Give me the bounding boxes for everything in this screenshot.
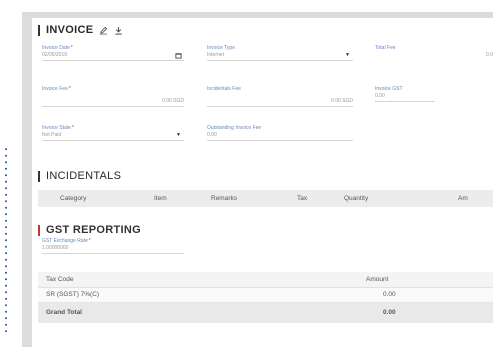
invoice-fee-field[interactable]: Invoice Fee* 0.00 SGD [42,86,184,107]
column-header-tax-code[interactable]: Tax Code [46,276,73,283]
invoice-fee-value[interactable]: 0.00 SGD [42,97,184,107]
chevron-down-icon[interactable]: ▼ [176,131,181,139]
invoice-gst-value: 0.00 [375,92,435,102]
chevron-down-icon[interactable]: ▼ [345,51,350,59]
column-header-gst-amount[interactable]: Amount [366,276,388,283]
incidentals-table-header: Category Item Remarks Tax Quantity Am [38,190,493,207]
amount-cell: 0.00 [383,291,396,298]
invoice-title: INVOICE [46,24,94,36]
dotted-guide [5,146,7,332]
table-row: SR (SGST) 7%(C) 0.00 [38,288,493,303]
total-fee-value: 0.0 [486,52,493,58]
section-marker [38,170,40,182]
section-marker [38,224,40,236]
incidentals-title: INCIDENTALS [46,170,122,182]
gst-exchange-rate-value[interactable]: 1.00000000 [42,244,184,254]
invoice-state-field[interactable]: Invoice State* Not Paid ▼ [42,125,184,141]
section-marker [38,24,40,36]
column-header-remarks[interactable]: Remarks [211,195,237,202]
incidentals-section-title: INCIDENTALS [38,170,121,182]
grand-total-amount: 0.00 [383,309,396,316]
incidentals-fee-value: 0.00 SGD [207,97,353,107]
invoice-gst-field: Invoice GST 0.00 [375,86,435,102]
invoice-type-value[interactable]: Internet [207,52,224,58]
column-header-category[interactable]: Category [60,195,86,202]
invoice-fee-label: Invoice Fee [42,86,68,92]
total-fee-field: Total Fee 0.0 [375,45,493,60]
invoice-type-field[interactable]: Invoice Type Internet ▼ [207,45,353,61]
gst-exchange-rate-field[interactable]: GST Exchange Rate* 1.00000000 [42,238,184,254]
grand-total-label: Grand Total [46,309,82,316]
tax-code-cell: SR (SGST) 7%(C) [46,291,100,298]
column-header-amount[interactable]: Am [458,195,468,202]
grand-total-row: Grand Total 0.00 [38,303,493,323]
gst-table-header: Tax Code Amount [38,272,493,288]
calendar-icon[interactable] [175,52,182,60]
invoice-section-title: INVOICE [38,24,123,36]
pencil-icon[interactable] [99,26,108,35]
column-header-item[interactable]: Item [154,195,167,202]
invoice-state-value[interactable]: Not Paid [42,132,61,138]
invoice-date-value[interactable]: 02/05/2019 [42,52,67,58]
column-header-tax[interactable]: Tax [297,195,307,202]
gst-reporting-title: GST REPORTING [46,224,141,236]
invoice-date-field[interactable]: Invoice Date* 02/05/2019 [42,45,184,61]
outstanding-invoice-fee-value: 0.00 [207,131,353,141]
outstanding-invoice-fee-field: Outstanding Invoice Fee 0.00 [207,125,353,141]
gst-reporting-section-title: GST REPORTING [38,224,141,236]
download-icon[interactable] [114,26,123,35]
incidentals-fee-label: Incidentals Fee [207,86,241,92]
incidentals-fee-field: Incidentals Fee 0.00 SGD [207,86,353,107]
column-header-quantity[interactable]: Quantity [344,195,368,202]
